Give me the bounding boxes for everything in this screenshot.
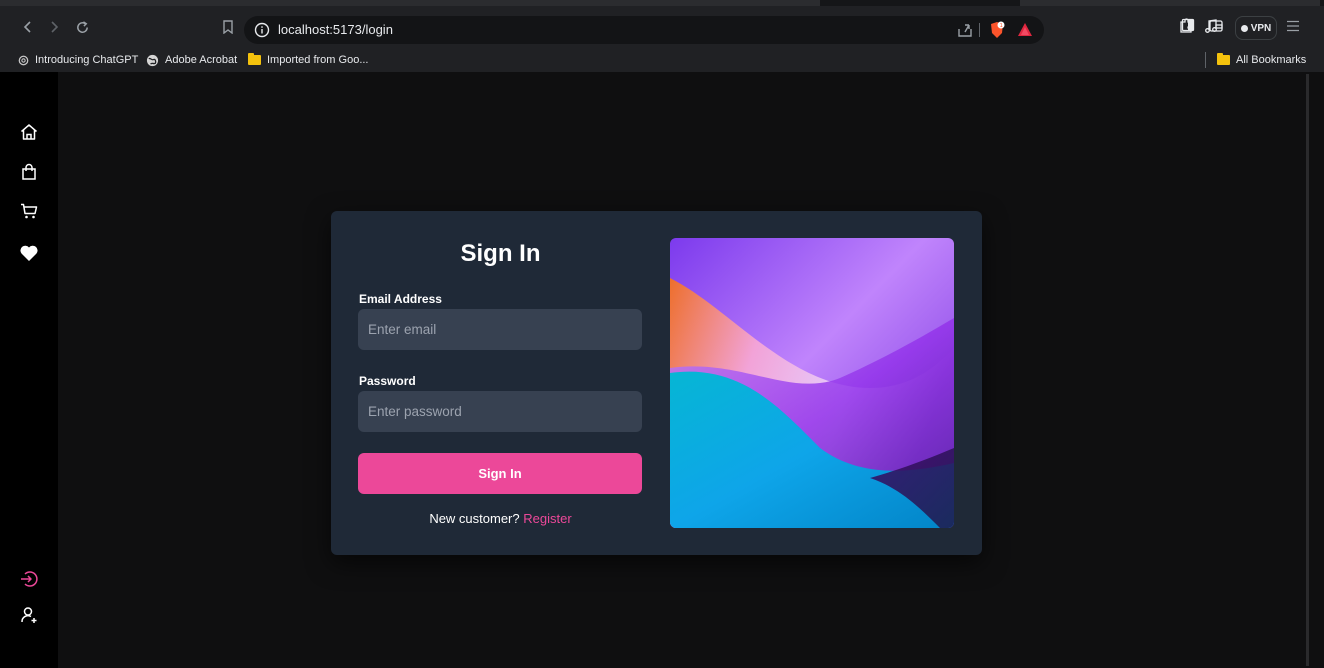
nav-register[interactable]: [19, 605, 39, 625]
share-icon[interactable]: [956, 21, 974, 39]
active-tab-edge[interactable]: [0, 0, 820, 6]
reload-button[interactable]: [70, 15, 94, 39]
nav-login[interactable]: [19, 569, 39, 589]
shopping-bag-icon: [22, 163, 36, 180]
inactive-tab-edge[interactable]: [1020, 0, 1320, 6]
tab-strip: [0, 0, 1324, 6]
all-bookmarks-label: All Bookmarks: [1236, 54, 1307, 66]
folder-icon: [248, 53, 261, 65]
svg-text:1: 1: [1000, 23, 1003, 29]
vpn-label: VPN: [1250, 22, 1272, 34]
bookmarks-separator: [1205, 52, 1206, 68]
email-input[interactable]: [358, 309, 642, 350]
page-scrollbar-thumb[interactable]: [1306, 74, 1309, 666]
folder-icon: [1217, 53, 1230, 65]
nav-cart[interactable]: [19, 201, 39, 221]
reload-icon: [76, 20, 88, 33]
bookmark-label: Adobe Acrobat: [165, 54, 238, 66]
password-input[interactable]: [358, 391, 642, 432]
address-bar[interactable]: localhost:5173/login 1: [244, 16, 1044, 44]
register-link[interactable]: Register: [523, 511, 571, 526]
bookmark-page-button[interactable]: [216, 15, 240, 39]
abstract-wave-image: [670, 238, 954, 528]
page-viewport: Sign In Email Address Password Sign In N…: [0, 72, 1324, 668]
vpn-status-icon: [1240, 24, 1248, 32]
url-text[interactable]: localhost:5173/login: [278, 22, 393, 37]
all-bookmarks-button[interactable]: All Bookmarks: [1217, 52, 1306, 68]
password-label: Password: [359, 374, 416, 388]
chevron-right-icon: [51, 21, 59, 33]
brave-shields-icon[interactable]: 1: [988, 21, 1006, 39]
vpn-button[interactable]: VPN: [1235, 16, 1277, 40]
forward-button[interactable]: [42, 15, 66, 39]
register-user-icon: [21, 607, 37, 623]
nav-home[interactable]: [19, 122, 39, 142]
back-button[interactable]: [16, 15, 40, 39]
main-menu-icon[interactable]: [1286, 20, 1300, 32]
bookmark-introducing-chatgpt[interactable]: Introducing ChatGPT: [18, 52, 138, 68]
home-icon: [21, 124, 37, 140]
openai-icon: [18, 55, 29, 65]
cart-icon: [21, 203, 38, 219]
bookmarks-bar: Introducing ChatGPT Adobe Acrobat Import…: [0, 48, 1324, 72]
bookmark-adobe-acrobat[interactable]: Adobe Acrobat: [146, 52, 237, 68]
brave-rewards-icon[interactable]: [1016, 21, 1034, 39]
register-prompt: New customer? Register: [331, 511, 670, 526]
sidebar-toggle-icon[interactable]: [1181, 18, 1195, 32]
nav-favorites[interactable]: [19, 243, 39, 263]
site-info-icon[interactable]: [254, 22, 270, 38]
bookmark-label: Imported from Goo...: [267, 54, 369, 66]
browser-toolbar: localhost:5173/login 1 VPN: [0, 11, 1324, 45]
email-label: Email Address: [359, 292, 442, 306]
bookmark-label: Introducing ChatGPT: [35, 54, 139, 66]
new-customer-text: New customer?: [429, 511, 520, 526]
app-sidebar: [0, 72, 58, 668]
sign-in-button[interactable]: Sign In: [358, 453, 642, 494]
bookmark-folder-imported[interactable]: Imported from Goo...: [248, 52, 368, 68]
address-bar-divider: [979, 23, 980, 37]
browser-toolbar-area: localhost:5173/login 1 VPN: [0, 0, 1324, 48]
bookmark-icon: [223, 20, 233, 34]
heart-icon: [20, 245, 38, 261]
page-title: Sign In: [460, 240, 541, 267]
wallet-icon[interactable]: [1208, 18, 1224, 34]
chevron-left-icon: [23, 21, 31, 33]
login-icon: [21, 571, 38, 587]
nav-shop[interactable]: [19, 162, 39, 182]
globe-icon: [146, 54, 159, 66]
login-card: Sign In Email Address Password Sign In N…: [331, 211, 982, 555]
login-illustration: [670, 238, 954, 528]
